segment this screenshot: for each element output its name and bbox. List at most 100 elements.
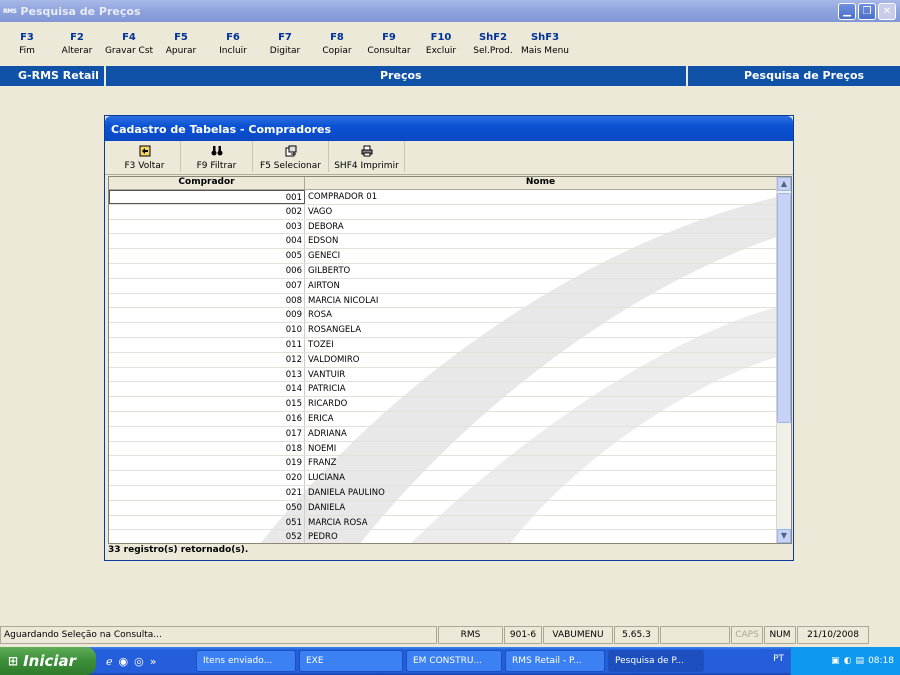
fkey-f6-incluir[interactable]: F6 Incluir (206, 32, 260, 56)
chevron-right-icon[interactable]: » (150, 655, 157, 668)
app-icon: RMS (3, 7, 17, 15)
comprador-name-cell: PATRICIA (308, 384, 346, 395)
comprador-name-cell: ROSA (308, 310, 332, 321)
comprador-code-cell: 018 (109, 441, 305, 456)
filtrar-label: F9 Filtrar (196, 161, 237, 171)
voltar-button[interactable]: F3 Voltar (109, 141, 181, 172)
comprador-code-cell: 021 (109, 485, 305, 500)
comprador-name-cell: FRANZ (308, 458, 337, 469)
fkey-f2-alterar[interactable]: F2 Alterar (50, 32, 104, 56)
task-rms-retail[interactable]: RMS Retail - P... (505, 650, 605, 672)
comprador-name-cell: GENECI (308, 251, 341, 262)
table-row[interactable]: 003 DEBORA (109, 219, 777, 235)
comprador-name-cell: GILBERTO (308, 265, 351, 276)
fkey-key: F2 (70, 32, 84, 43)
fkey-key: F9 (382, 32, 396, 43)
table-row[interactable]: 019 FRANZ (109, 456, 777, 472)
binoculars-icon (181, 145, 252, 159)
close-icon[interactable]: ✕ (878, 2, 896, 20)
comprador-code-cell: 006 (109, 263, 305, 278)
fkey-shf2-sel-prod[interactable]: ShF2 Sel.Prod. (466, 32, 520, 56)
table-row[interactable]: 004 EDSON (109, 234, 777, 250)
table-row[interactable]: 006 GILBERTO (109, 263, 777, 279)
media-icon[interactable]: ◎ (134, 655, 144, 668)
scroll-down-icon[interactable]: ▼ (777, 529, 791, 543)
table-row[interactable]: 021 DANIELA PAULINO (109, 485, 777, 501)
windows-taskbar: ⊞ Iniciar ℯ ◉ ◎ » Itens enviado... EXE E… (0, 647, 900, 675)
table-row[interactable]: 007 AIRTON (109, 278, 777, 294)
fkey-label: Sel.Prod. (473, 46, 513, 56)
filtrar-button[interactable]: F9 Filtrar (181, 141, 253, 172)
start-button[interactable]: ⊞ Iniciar (0, 647, 96, 675)
table-row[interactable]: 017 ADRIANA (109, 426, 777, 442)
task-itens-enviados[interactable]: Itens enviado... (196, 650, 296, 672)
volume-icon[interactable]: ◐ (844, 656, 852, 666)
table-row[interactable]: 051 MARCIA ROSA (109, 515, 777, 531)
comprador-code-cell: 003 (109, 219, 305, 234)
comprador-code-cell: 050 (109, 500, 305, 515)
table-row[interactable]: 013 VANTUIR (109, 367, 777, 383)
status-caps: CAPS (731, 626, 763, 644)
fkey-label: Digitar (269, 46, 301, 56)
table-row[interactable]: 014 PATRICIA (109, 382, 777, 398)
comprador-code-cell: 020 (109, 471, 305, 485)
comprador-code-cell: 001 (109, 190, 305, 204)
table-row[interactable]: 015 RICARDO (109, 397, 777, 412)
compradores-grid[interactable]: Comprador Nome 001 COMPRADOR 01 002 VAGO 003… (108, 176, 792, 544)
table-row[interactable]: 012 VALDOMIRO (109, 352, 777, 368)
fkey-f7-digitar[interactable]: F7 Digitar (258, 32, 312, 56)
fkey-f4-gravar-cst[interactable]: F4 Gravar Cst (102, 32, 156, 56)
task-em-construcao[interactable]: EM CONSTRU... (406, 650, 502, 672)
internet-explorer-icon[interactable]: ℯ (106, 655, 113, 668)
fkey-f8-copiar[interactable]: F8 Copiar (310, 32, 364, 56)
maximize-icon[interactable]: ❐ (858, 2, 876, 20)
records-returned-status: 33 registro(s) retornado(s). (108, 545, 249, 555)
imprimir-button[interactable]: SHF4 Imprimir (329, 141, 405, 172)
clock[interactable]: 08:18 (868, 656, 894, 666)
comprador-name-cell: AIRTON (308, 280, 340, 291)
task-pesquisa-de-precos[interactable]: Pesquisa de P... (608, 650, 704, 672)
language-indicator[interactable]: PT (773, 654, 784, 664)
table-row[interactable]: 011 TOZEI (109, 337, 777, 353)
fkey-key: F3 (20, 32, 34, 43)
column-header-nome[interactable]: Nome (305, 177, 777, 189)
table-row[interactable]: 002 VAGO (109, 204, 777, 220)
minimize-icon[interactable]: ▁ (838, 2, 856, 20)
fkey-f5-apurar[interactable]: F5 Apurar (154, 32, 208, 56)
table-row[interactable]: 010 ROSANGELA (109, 323, 777, 338)
table-row[interactable]: 016 ERICA (109, 411, 777, 427)
tray-app-icon[interactable]: ▤ (856, 656, 865, 666)
task-exe[interactable]: EXE (299, 650, 403, 672)
browser-icon[interactable]: ◉ (119, 655, 129, 668)
network-icon[interactable]: ▣ (831, 656, 840, 666)
table-row[interactable]: 050 DANIELA (109, 500, 777, 516)
scroll-up-icon[interactable]: ▲ (777, 177, 791, 191)
status-message: Aguardando Seleção na Consulta... (0, 626, 437, 644)
window-title-bar[interactable]: RMS Pesquisa de Preços ▁ ❐ ✕ (0, 0, 900, 22)
fkey-shf3-mais-menu[interactable]: ShF3 Mais Menu (518, 32, 572, 56)
comprador-name-cell: MARCIA NICOLAI (308, 295, 379, 306)
comprador-name-cell: ERICA (308, 413, 334, 424)
printer-icon (329, 145, 404, 159)
table-row[interactable]: 001 COMPRADOR 01 (109, 190, 777, 205)
table-row[interactable]: 052 PEDRO (109, 530, 777, 543)
selecionar-button[interactable]: F5 Selecionar (253, 141, 329, 172)
comprador-name-cell: ROSANGELA (308, 325, 362, 336)
table-row[interactable]: 009 ROSA (109, 308, 777, 324)
table-row[interactable]: 005 GENECI (109, 249, 777, 264)
status-num: NUM (764, 626, 796, 644)
fkey-f10-excluir[interactable]: F10 Excluir (414, 32, 468, 56)
table-row[interactable]: 020 LUCIANA (109, 471, 777, 486)
comprador-name-cell: VANTUIR (308, 369, 346, 380)
status-menu: VABUMENU (543, 626, 613, 644)
table-row[interactable]: 018 NOEMI (109, 441, 777, 457)
vertical-scrollbar[interactable]: ▲ ▼ (776, 177, 791, 543)
column-header-comprador[interactable]: Comprador (109, 177, 305, 189)
table-row[interactable]: 008 MARCIA NICOLAI (109, 293, 777, 309)
scroll-thumb[interactable] (777, 193, 791, 423)
fkey-label: Alterar (61, 46, 93, 56)
fkey-f9-consultar[interactable]: F9 Consultar (362, 32, 416, 56)
grid-rows: 001 COMPRADOR 01 002 VAGO 003 DEBORA 004 EDSON 0… (109, 190, 777, 543)
fkey-f3-fim[interactable]: F3 Fim (0, 32, 54, 56)
status-date: 21/10/2008 (797, 626, 869, 644)
